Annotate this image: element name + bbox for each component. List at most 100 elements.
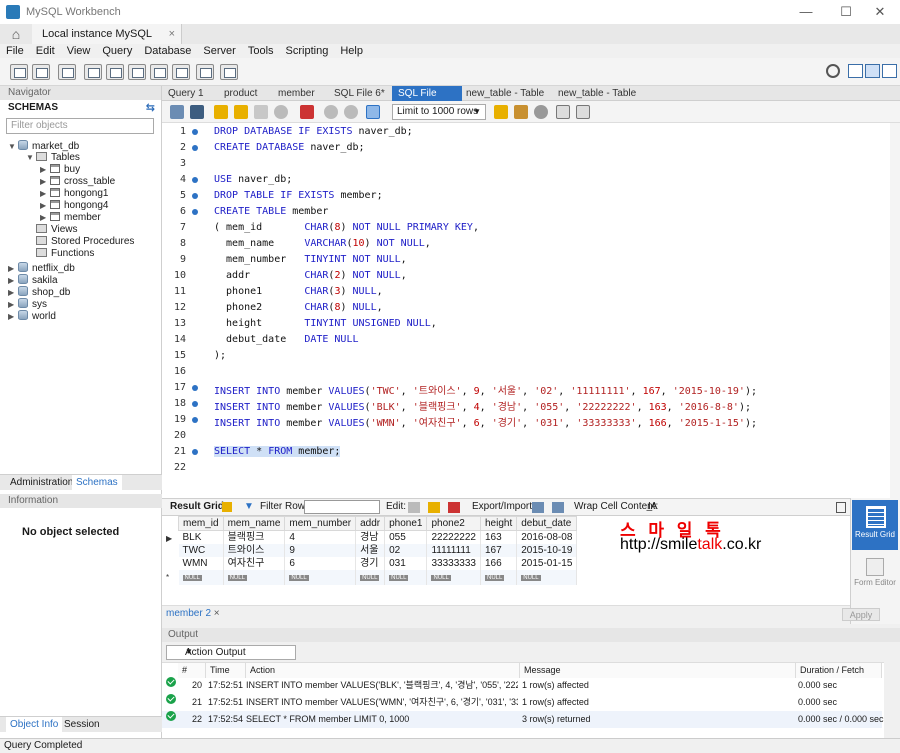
cell[interactable]: TWC [178,544,224,557]
cell[interactable]: 블랙핑크 [223,530,286,544]
cell[interactable]: 22222222 [426,530,481,544]
tree-item-schema[interactable]: ▶ sys [8,298,47,310]
apply-button[interactable]: Apply [842,608,880,621]
toggle-secondary-sidebar-icon[interactable] [882,64,897,78]
output-scrollbar[interactable] [884,662,900,738]
save-icon[interactable] [190,105,204,119]
execute-current-icon[interactable] [234,105,248,119]
column-header[interactable]: mem_id [178,516,224,531]
column-header[interactable]: Message [520,663,796,678]
cell[interactable]: 경기 [355,557,386,570]
column-header[interactable]: mem_name [222,516,286,531]
export-icon[interactable] [532,502,544,513]
cell[interactable]: 031 [384,557,428,570]
tree-item-table[interactable]: ▶ cross_table [40,176,115,188]
cell[interactable]: 2015-01-15 [516,557,578,570]
result-grid[interactable]: ▶ * mem_id mem_name mem_number addr phon… [162,516,850,605]
expand-icon[interactable]: ▶ [40,188,48,200]
tree-item-tables[interactable]: ▼ Tables [26,152,80,164]
menu-edit[interactable]: Edit [30,44,61,58]
tab-sql-file-5[interactable]: SQL File 5*× [392,86,462,114]
tab-member-2[interactable]: member 2 × [166,608,220,619]
inspect-icon[interactable] [58,64,76,80]
menu-file[interactable]: File [0,44,30,58]
filter-rows-input[interactable] [304,500,380,514]
cell[interactable]: 6 [284,557,357,570]
tree-item-market-db[interactable]: ▼ market_db [8,140,79,152]
toggle-panel-icon[interactable] [836,502,846,513]
column-header[interactable]: # [178,663,206,678]
cell[interactable]: NULL [426,570,481,585]
tree-item-schema[interactable]: ▶ netflix_db [8,262,75,274]
tab-new-table-2[interactable]: new_table - Table [552,86,636,101]
cell[interactable]: 166 [480,557,518,570]
autocommit-icon[interactable] [366,105,380,119]
menu-query[interactable]: Query [96,44,138,58]
word-wrap-icon[interactable] [576,105,590,119]
limit-rows-select[interactable]: Limit to 1000 rows ▼ [392,104,486,120]
expand-icon[interactable]: ▶ [8,311,16,323]
cell[interactable]: 여자친구 [223,557,286,570]
cell[interactable]: 33333333 [426,557,481,570]
tab-schemas[interactable]: Schemas [72,475,122,491]
stop-icon[interactable] [274,105,288,119]
tab-object-info[interactable]: Object Info [6,717,63,733]
menu-view[interactable]: View [61,44,97,58]
output-type-select[interactable]: Action Output ▼ [166,645,296,660]
search-table-data-icon[interactable] [196,64,214,80]
connection-tab[interactable]: Local instance MySQL × [32,24,182,44]
tree-item-procedures[interactable]: Stored Procedures [34,236,134,248]
column-header[interactable]: addr [355,516,386,531]
beautify-icon[interactable] [494,105,508,119]
create-view-icon[interactable] [128,64,146,80]
create-table-icon[interactable] [106,64,124,80]
tab-new-table-1[interactable]: new_table - Table [460,86,544,101]
grid-icon[interactable] [222,502,232,512]
cell[interactable]: 9 [284,544,357,557]
menu-tools[interactable]: Tools [242,44,280,58]
column-header[interactable]: debut_date [516,516,578,531]
edit-row-icon[interactable] [408,502,420,513]
tree-item-functions[interactable]: Functions [34,248,94,260]
close-icon[interactable]: × [214,608,220,619]
invisible-chars-icon[interactable] [556,105,570,119]
menu-help[interactable]: Help [334,44,369,58]
delete-row-icon[interactable] [448,502,460,513]
refresh-icon[interactable]: ⇆ [146,100,155,116]
tab-sql-file-6[interactable]: SQL File 6* [328,86,385,101]
cell[interactable]: 2015-10-19 [516,544,578,557]
cell[interactable]: NULL [355,570,386,585]
tab-member[interactable]: member [272,86,315,101]
execute-icon[interactable] [214,105,228,119]
column-header[interactable]: mem_number [284,516,357,531]
expand-icon[interactable]: ▶ [40,176,48,188]
column-header[interactable]: Time [206,663,246,678]
cell[interactable]: 경남 [355,530,386,544]
create-function-icon[interactable] [172,64,190,80]
table-row[interactable]: 21 17:52:51 INSERT INTO member VALUES('W… [162,694,882,711]
create-schema-icon[interactable] [84,64,102,80]
tab-product[interactable]: product [218,86,257,101]
create-procedure-icon[interactable] [150,64,168,80]
column-header[interactable]: height [479,516,518,531]
cell[interactable]: NULL [178,570,224,585]
collapse-icon[interactable]: ▼ [26,152,34,164]
open-file-icon[interactable] [170,105,184,119]
tree-item-table[interactable]: ▶ hongong1 [40,188,109,200]
reconnect-icon[interactable] [220,64,238,80]
toggle-output-icon[interactable] [865,64,880,78]
cell[interactable]: NULL [516,570,578,585]
new-sql-tab-icon[interactable] [10,64,28,80]
cell[interactable]: NULL [480,570,518,585]
cell[interactable]: 055 [384,530,428,544]
open-sql-script-icon[interactable] [32,64,50,80]
cell[interactable]: NULL [223,570,286,585]
search-icon[interactable] [534,105,548,119]
settings-gear-icon[interactable] [826,64,840,78]
column-header[interactable]: phone2 [426,516,481,531]
tree-item-table[interactable]: ▶ buy [40,164,80,176]
explain-icon[interactable] [254,105,268,119]
table-row[interactable]: TWC 트와이스 9 서울 02 11111111 167 2015-10-19 [178,544,578,557]
tree-item-schema[interactable]: ▶ world [8,310,56,322]
commit-icon[interactable] [324,105,338,119]
